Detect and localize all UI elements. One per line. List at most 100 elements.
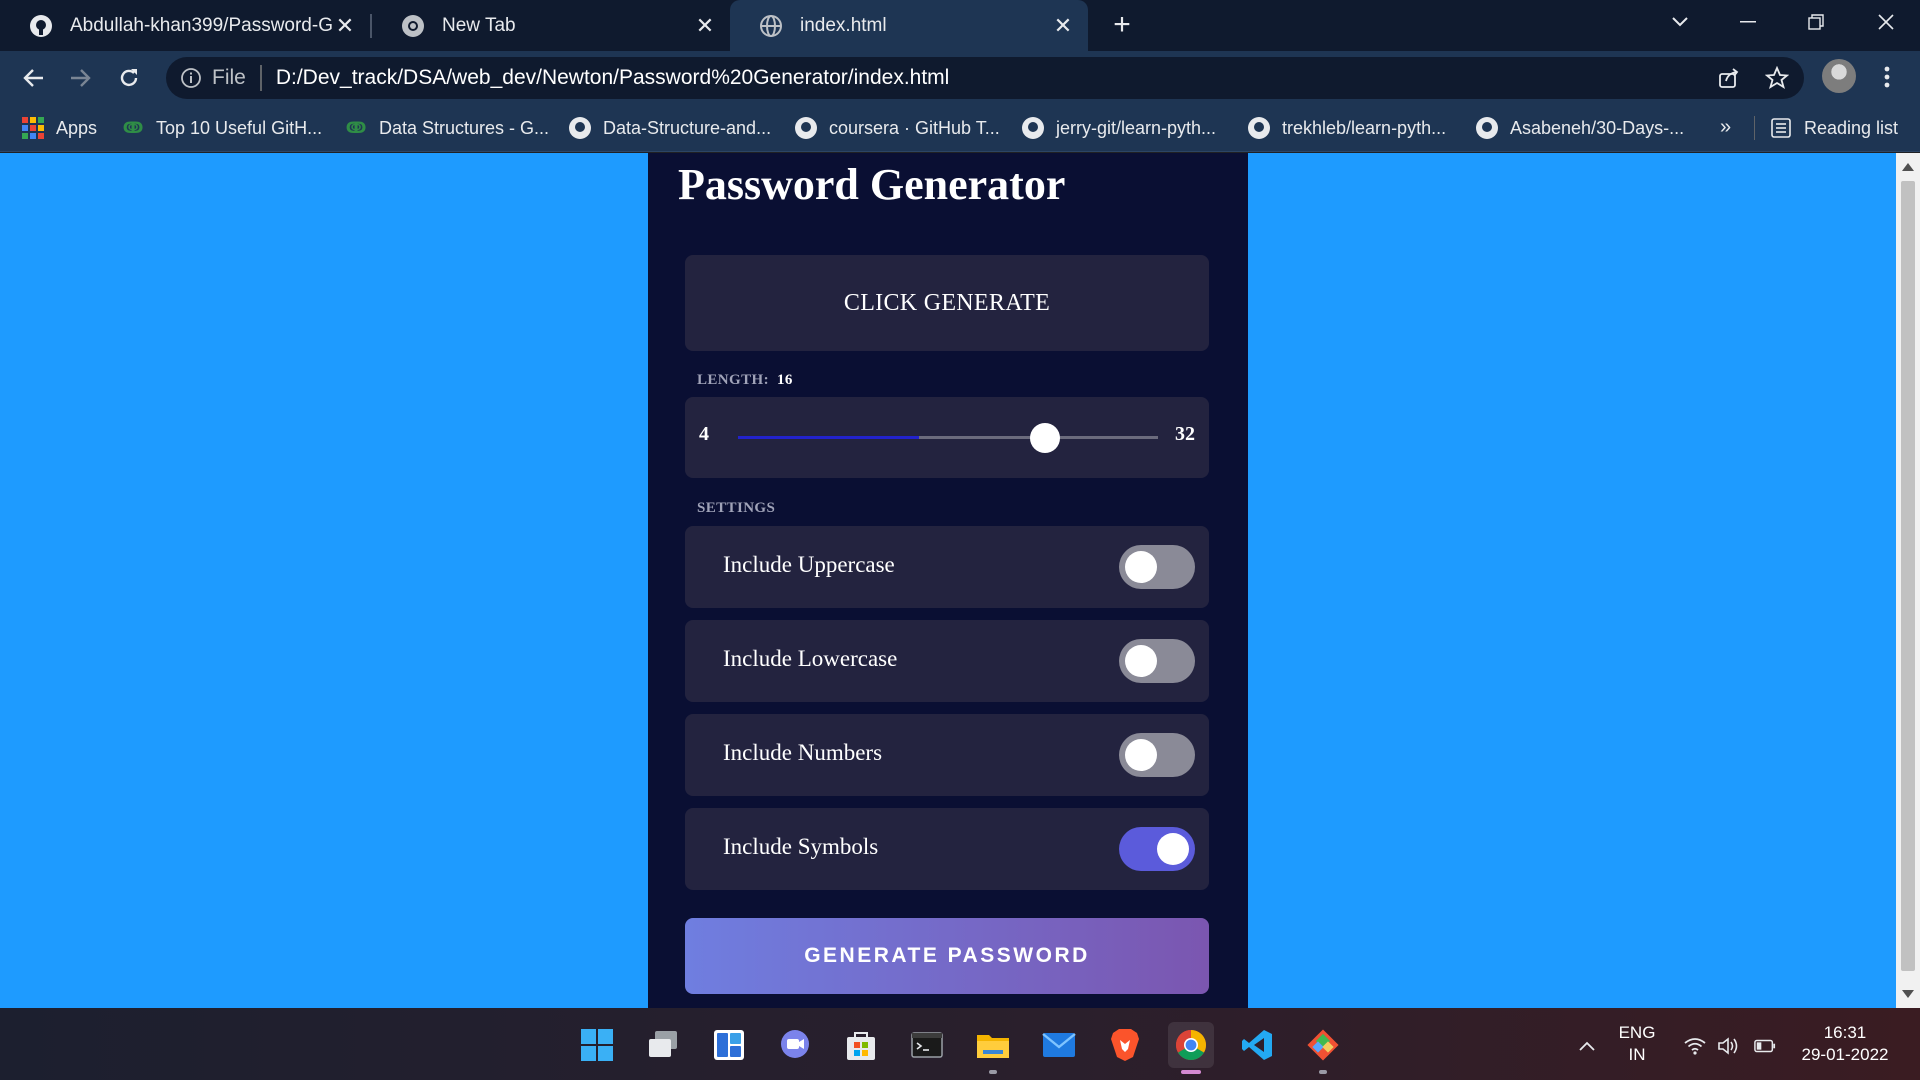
battery-icon[interactable] xyxy=(1754,1036,1776,1056)
github-icon xyxy=(28,13,54,39)
scroll-down-arrow-icon[interactable] xyxy=(1902,990,1914,998)
tab-title: index.html xyxy=(800,14,887,36)
page-title: Password Generator xyxy=(678,160,1066,209)
close-icon[interactable]: ✕ xyxy=(332,13,358,39)
setting-label: Include Lowercase xyxy=(723,646,898,671)
bookmarks-divider xyxy=(1754,116,1755,140)
password-generator-panel: Password Generator CLICK GENERATE LENGTH… xyxy=(648,153,1248,1008)
tab-search-chevron-icon[interactable] xyxy=(1652,0,1708,44)
minimize-icon[interactable] xyxy=(1720,0,1776,44)
window-close-icon[interactable] xyxy=(1858,0,1914,44)
toggle-knob xyxy=(1125,645,1157,677)
volume-icon[interactable] xyxy=(1718,1036,1740,1056)
teams-chat-icon[interactable] xyxy=(772,1022,818,1068)
info-icon[interactable] xyxy=(180,67,202,89)
tray-chevron-up-icon[interactable] xyxy=(1576,1036,1598,1056)
task-view-icon[interactable] xyxy=(640,1022,686,1068)
setting-label: Include Uppercase xyxy=(723,552,895,577)
bookmarks-overflow-chevron-icon[interactable]: » xyxy=(1720,116,1731,139)
terminal-icon[interactable] xyxy=(904,1022,950,1068)
forward-arrow-icon[interactable] xyxy=(64,61,98,95)
setting-numbers: Include Numbers xyxy=(685,714,1209,796)
slider-max-label: 32 xyxy=(1175,423,1195,445)
bookmark-label: Top 10 Useful GitH... xyxy=(156,117,323,138)
length-value: 16 xyxy=(776,372,793,388)
reading-list-label: Reading list xyxy=(1804,117,1899,138)
bookmark-item[interactable]: trekhleb/learn-pyth... xyxy=(1248,104,1446,152)
reading-list-button[interactable]: Reading list xyxy=(1770,104,1898,152)
generate-password-button[interactable]: GENERATE PASSWORD xyxy=(685,918,1209,994)
running-indicator xyxy=(989,1070,997,1074)
git-icon[interactable] xyxy=(1300,1022,1346,1074)
vscode-icon[interactable] xyxy=(1234,1022,1280,1068)
bookmarks-bar: Apps ↂ Top 10 Useful GitH... ↂ Data Stru… xyxy=(0,104,1920,152)
reload-icon[interactable] xyxy=(112,61,146,95)
reading-list-icon xyxy=(1770,117,1792,139)
widgets-icon[interactable] xyxy=(706,1022,752,1068)
setting-symbols: Include Symbols xyxy=(685,808,1209,890)
slider-thumb[interactable] xyxy=(1029,423,1060,453)
geeksforgeeks-icon: ↂ xyxy=(345,120,367,137)
brave-icon[interactable] xyxy=(1102,1022,1148,1068)
bookmark-star-icon[interactable] xyxy=(1758,59,1796,97)
length-slider-card: 4 32 xyxy=(685,397,1209,478)
tab-new-tab[interactable]: New Tab ✕ xyxy=(372,0,730,51)
bookmark-item[interactable]: Data-Structure-and... xyxy=(569,104,771,152)
bookmark-item[interactable]: jerry-git/learn-pyth... xyxy=(1022,104,1216,152)
close-icon[interactable]: ✕ xyxy=(692,13,718,39)
scroll-up-arrow-icon[interactable] xyxy=(1902,163,1914,171)
tab-github-repo[interactable]: Abdullah-khan399/Password-Generator ✕ xyxy=(0,0,370,51)
bookmark-item[interactable]: Asabeneh/30-Days-... xyxy=(1476,104,1684,152)
more-menu-icon[interactable] xyxy=(1872,60,1902,94)
clock-date: 29-01-2022 xyxy=(1801,1045,1889,1064)
wifi-icon[interactable] xyxy=(1684,1036,1706,1056)
github-icon xyxy=(1022,117,1044,139)
length-slider[interactable] xyxy=(738,436,1158,439)
password-result-box[interactable]: CLICK GENERATE xyxy=(685,255,1209,351)
bookmark-item[interactable]: coursera · GitHub T... xyxy=(795,104,1000,152)
toggle-knob xyxy=(1157,833,1189,865)
file-explorer-icon[interactable] xyxy=(970,1022,1016,1074)
file-scheme-label: File xyxy=(212,66,246,89)
symbols-toggle[interactable] xyxy=(1119,827,1195,871)
bookmark-item[interactable]: ↂ Data Structures - G... xyxy=(345,104,549,152)
clock-time: 16:31 xyxy=(1823,1023,1867,1042)
new-tab-plus-icon[interactable]: + xyxy=(1106,10,1138,42)
bookmark-label: Asabeneh/30-Days-... xyxy=(1510,117,1685,138)
tab-title: Abdullah-khan399/Password-Generator xyxy=(70,14,332,36)
windows-taskbar: ENG IN 16:31 29-01-2022 xyxy=(0,1008,1920,1080)
github-icon xyxy=(1476,117,1498,139)
numbers-toggle[interactable] xyxy=(1119,733,1195,777)
lowercase-toggle[interactable] xyxy=(1119,639,1195,683)
page-scrollbar[interactable] xyxy=(1896,153,1920,1008)
scrollbar-thumb[interactable] xyxy=(1901,181,1915,971)
clock[interactable]: 16:31 29-01-2022 xyxy=(1790,1022,1900,1066)
bookmark-label: Data-Structure-and... xyxy=(603,117,772,138)
browser-tab-strip: Abdullah-khan399/Password-Generator ✕ Ne… xyxy=(0,0,1920,51)
url-text[interactable]: D:/Dev_track/DSA/web_dev/Newton/Password… xyxy=(276,66,949,90)
address-divider xyxy=(259,65,262,91)
uppercase-toggle[interactable] xyxy=(1119,545,1195,589)
input-language[interactable]: ENG IN xyxy=(1612,1022,1662,1066)
geeksforgeeks-icon: ↂ xyxy=(122,120,144,137)
address-bar[interactable]: File D:/Dev_track/DSA/web_dev/Newton/Pas… xyxy=(166,57,1804,99)
chrome-icon xyxy=(400,13,426,39)
microsoft-store-icon[interactable] xyxy=(838,1022,884,1068)
profile-avatar[interactable] xyxy=(1822,59,1856,93)
bookmark-item[interactable]: ↂ Top 10 Useful GitH... xyxy=(122,104,322,152)
chrome-icon[interactable] xyxy=(1168,1022,1214,1074)
running-indicator xyxy=(1319,1070,1327,1074)
back-arrow-icon[interactable] xyxy=(16,61,50,95)
apps-grid-icon xyxy=(22,117,44,139)
bookmark-label: coursera · GitHub T... xyxy=(829,117,1000,138)
tab-index-html[interactable]: index.html ✕ xyxy=(730,0,1088,51)
setting-uppercase: Include Uppercase xyxy=(685,526,1209,608)
restore-icon[interactable] xyxy=(1788,0,1844,44)
result-placeholder: CLICK GENERATE xyxy=(843,289,1051,316)
bookmark-apps[interactable]: Apps xyxy=(22,104,97,152)
close-icon[interactable]: ✕ xyxy=(1050,13,1076,39)
mail-icon[interactable] xyxy=(1036,1022,1082,1068)
github-icon xyxy=(569,117,591,139)
share-icon[interactable] xyxy=(1710,59,1748,97)
windows-start-icon[interactable] xyxy=(574,1022,620,1068)
